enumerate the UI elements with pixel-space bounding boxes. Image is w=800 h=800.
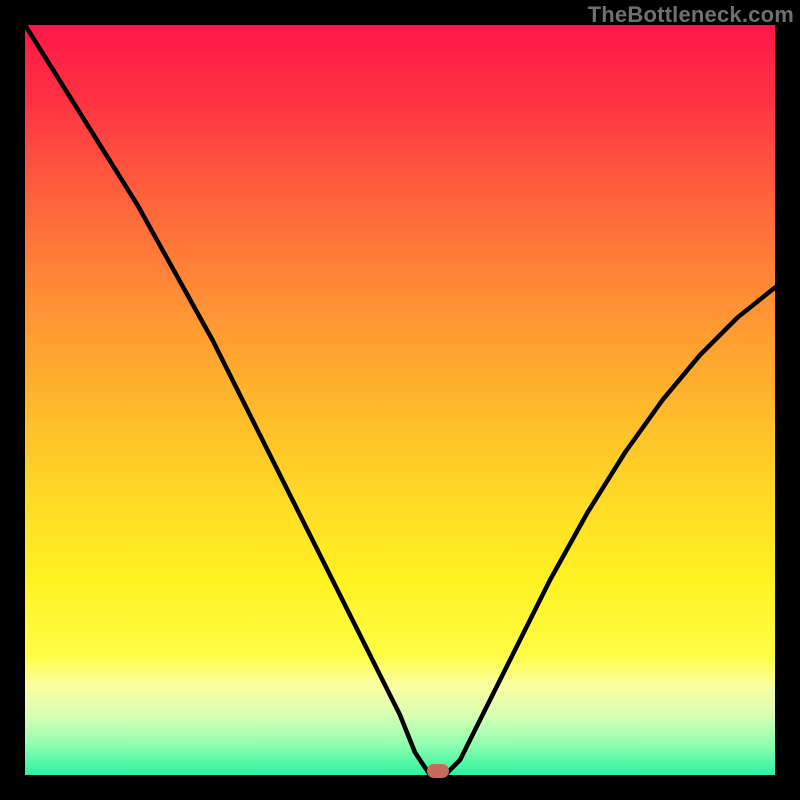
plot-area <box>25 25 775 775</box>
optimal-point-marker <box>427 764 449 778</box>
chart-frame: TheBottleneck.com <box>0 0 800 800</box>
bottleneck-curve <box>25 25 775 775</box>
curve-path <box>25 25 775 775</box>
